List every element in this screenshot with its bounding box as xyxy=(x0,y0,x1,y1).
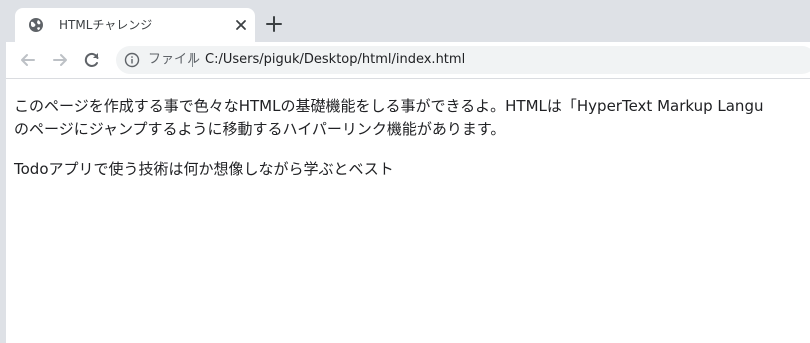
close-icon[interactable] xyxy=(233,17,249,33)
back-arrow-icon[interactable] xyxy=(18,50,38,70)
tab-htmlchallenge[interactable]: HTMLチャレンジ xyxy=(15,8,255,42)
address-bar[interactable]: ファイル C:/Users/piguk/Desktop/html/index.h… xyxy=(116,46,810,74)
tab-strip: HTMLチャレンジ xyxy=(6,0,810,42)
forward-arrow-icon[interactable] xyxy=(50,50,70,70)
plus-icon[interactable] xyxy=(264,14,284,34)
paragraph-1-line-1: このページを作成する事で色々なHTMLの基礎機能をしる事ができるよ。HTMLは「… xyxy=(14,97,764,115)
info-icon[interactable] xyxy=(124,52,140,68)
globe-icon xyxy=(29,18,43,32)
url-text[interactable]: C:/Users/piguk/Desktop/html/index.html xyxy=(205,52,465,68)
paragraph-1-line-2: のページにジャンプするように移動するハイパーリンク機能があります。 xyxy=(14,120,506,138)
tab-title: HTMLチャレンジ xyxy=(59,18,153,32)
reload-icon[interactable] xyxy=(82,50,102,70)
omnibox-divider xyxy=(192,53,193,67)
page-content: このページを作成する事で色々なHTMLの基礎機能をしる事ができるよ。HTMLは「… xyxy=(6,79,810,343)
paragraph-2: Todoアプリで使う技術は何か想像しながら学ぶとベスト xyxy=(14,160,394,178)
browser-window: HTMLチャレンジ ファイル C:/Users/piguk/Desktop/ht… xyxy=(0,0,810,343)
browser-toolbar: ファイル C:/Users/piguk/Desktop/html/index.h… xyxy=(6,42,810,79)
